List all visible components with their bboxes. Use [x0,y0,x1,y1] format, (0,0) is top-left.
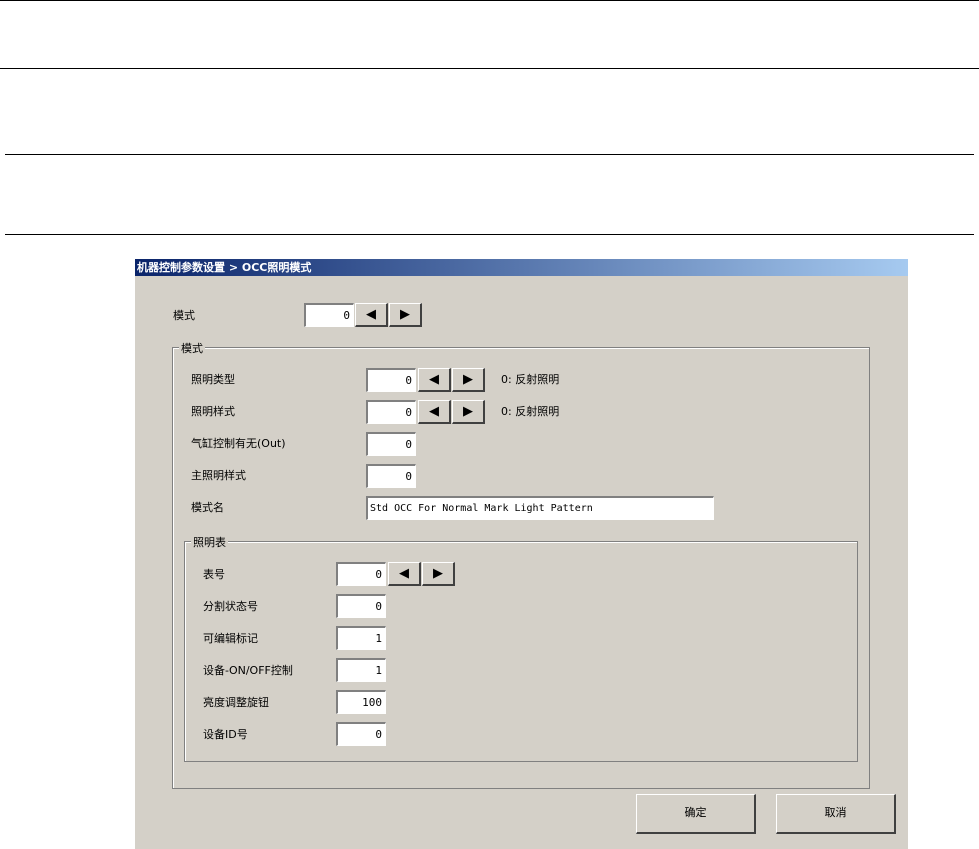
lighting-type-desc: 0: 反射照明 [501,373,560,386]
lighting-type-prev-button[interactable]: ◀ [418,368,451,392]
mode-prev-button[interactable]: ◀ [355,303,388,327]
lighting-type-label: 照明类型 [191,373,235,386]
divider [5,234,974,235]
cylinder-label: 气缸控制有无(Out) [191,437,286,450]
divider [0,0,979,1]
ok-button[interactable]: 确定 [636,794,756,834]
lighting-style-label: 照明样式 [191,405,235,418]
device-id-label: 设备ID号 [203,728,248,741]
main-style-label: 主照明样式 [191,469,246,482]
dialog-title: 机器控制参数设置 > OCC照明模式 [135,259,908,276]
brightness-input[interactable]: 100 [336,690,386,714]
mode-label: 模式 [173,309,195,322]
table-no-input[interactable]: 0 [336,562,386,586]
editable-input[interactable]: 1 [336,626,386,650]
onoff-input[interactable]: 1 [336,658,386,682]
mode-name-label: 模式名 [191,501,224,514]
lighting-table-group-title: 照明表 [191,534,228,550]
lighting-table-group: 照明表 表号 0 ◀ ▶ 分割状态号 0 可编辑标记 1 设备-ON/OFF控制… [184,534,858,762]
divider [5,154,974,155]
editable-label: 可编辑标记 [203,632,258,645]
split-state-label: 分割状态号 [203,600,258,613]
table-no-label: 表号 [203,568,225,581]
table-no-prev-button[interactable]: ◀ [388,562,421,586]
lighting-style-input[interactable]: 0 [366,400,416,424]
cylinder-input[interactable]: 0 [366,432,416,456]
onoff-label: 设备-ON/OFF控制 [203,664,293,677]
split-state-input[interactable]: 0 [336,594,386,618]
table-no-next-button[interactable]: ▶ [422,562,455,586]
mode-group: 模式 照明类型 0 ◀ ▶ 0: 反射照明 照明样式 0 ◀ ▶ 0: 反射照明… [172,340,870,789]
lighting-type-input[interactable]: 0 [366,368,416,392]
mode-name-input[interactable]: Std OCC For Normal Mark Light Pattern [366,496,714,520]
mode-next-button[interactable]: ▶ [389,303,422,327]
occ-lighting-dialog: 机器控制参数设置 > OCC照明模式 模式 0 ◀ ▶ 模式 照明类型 0 ◀ … [135,259,908,849]
lighting-style-next-button[interactable]: ▶ [452,400,485,424]
lighting-style-prev-button[interactable]: ◀ [418,400,451,424]
divider [0,68,979,69]
main-style-input[interactable]: 0 [366,464,416,488]
device-id-input[interactable]: 0 [336,722,386,746]
cancel-button[interactable]: 取消 [776,794,896,834]
brightness-label: 亮度调整旋钮 [203,696,269,709]
mode-group-title: 模式 [179,340,205,356]
lighting-type-next-button[interactable]: ▶ [452,368,485,392]
lighting-style-desc: 0: 反射照明 [501,405,560,418]
mode-input[interactable]: 0 [304,303,354,327]
